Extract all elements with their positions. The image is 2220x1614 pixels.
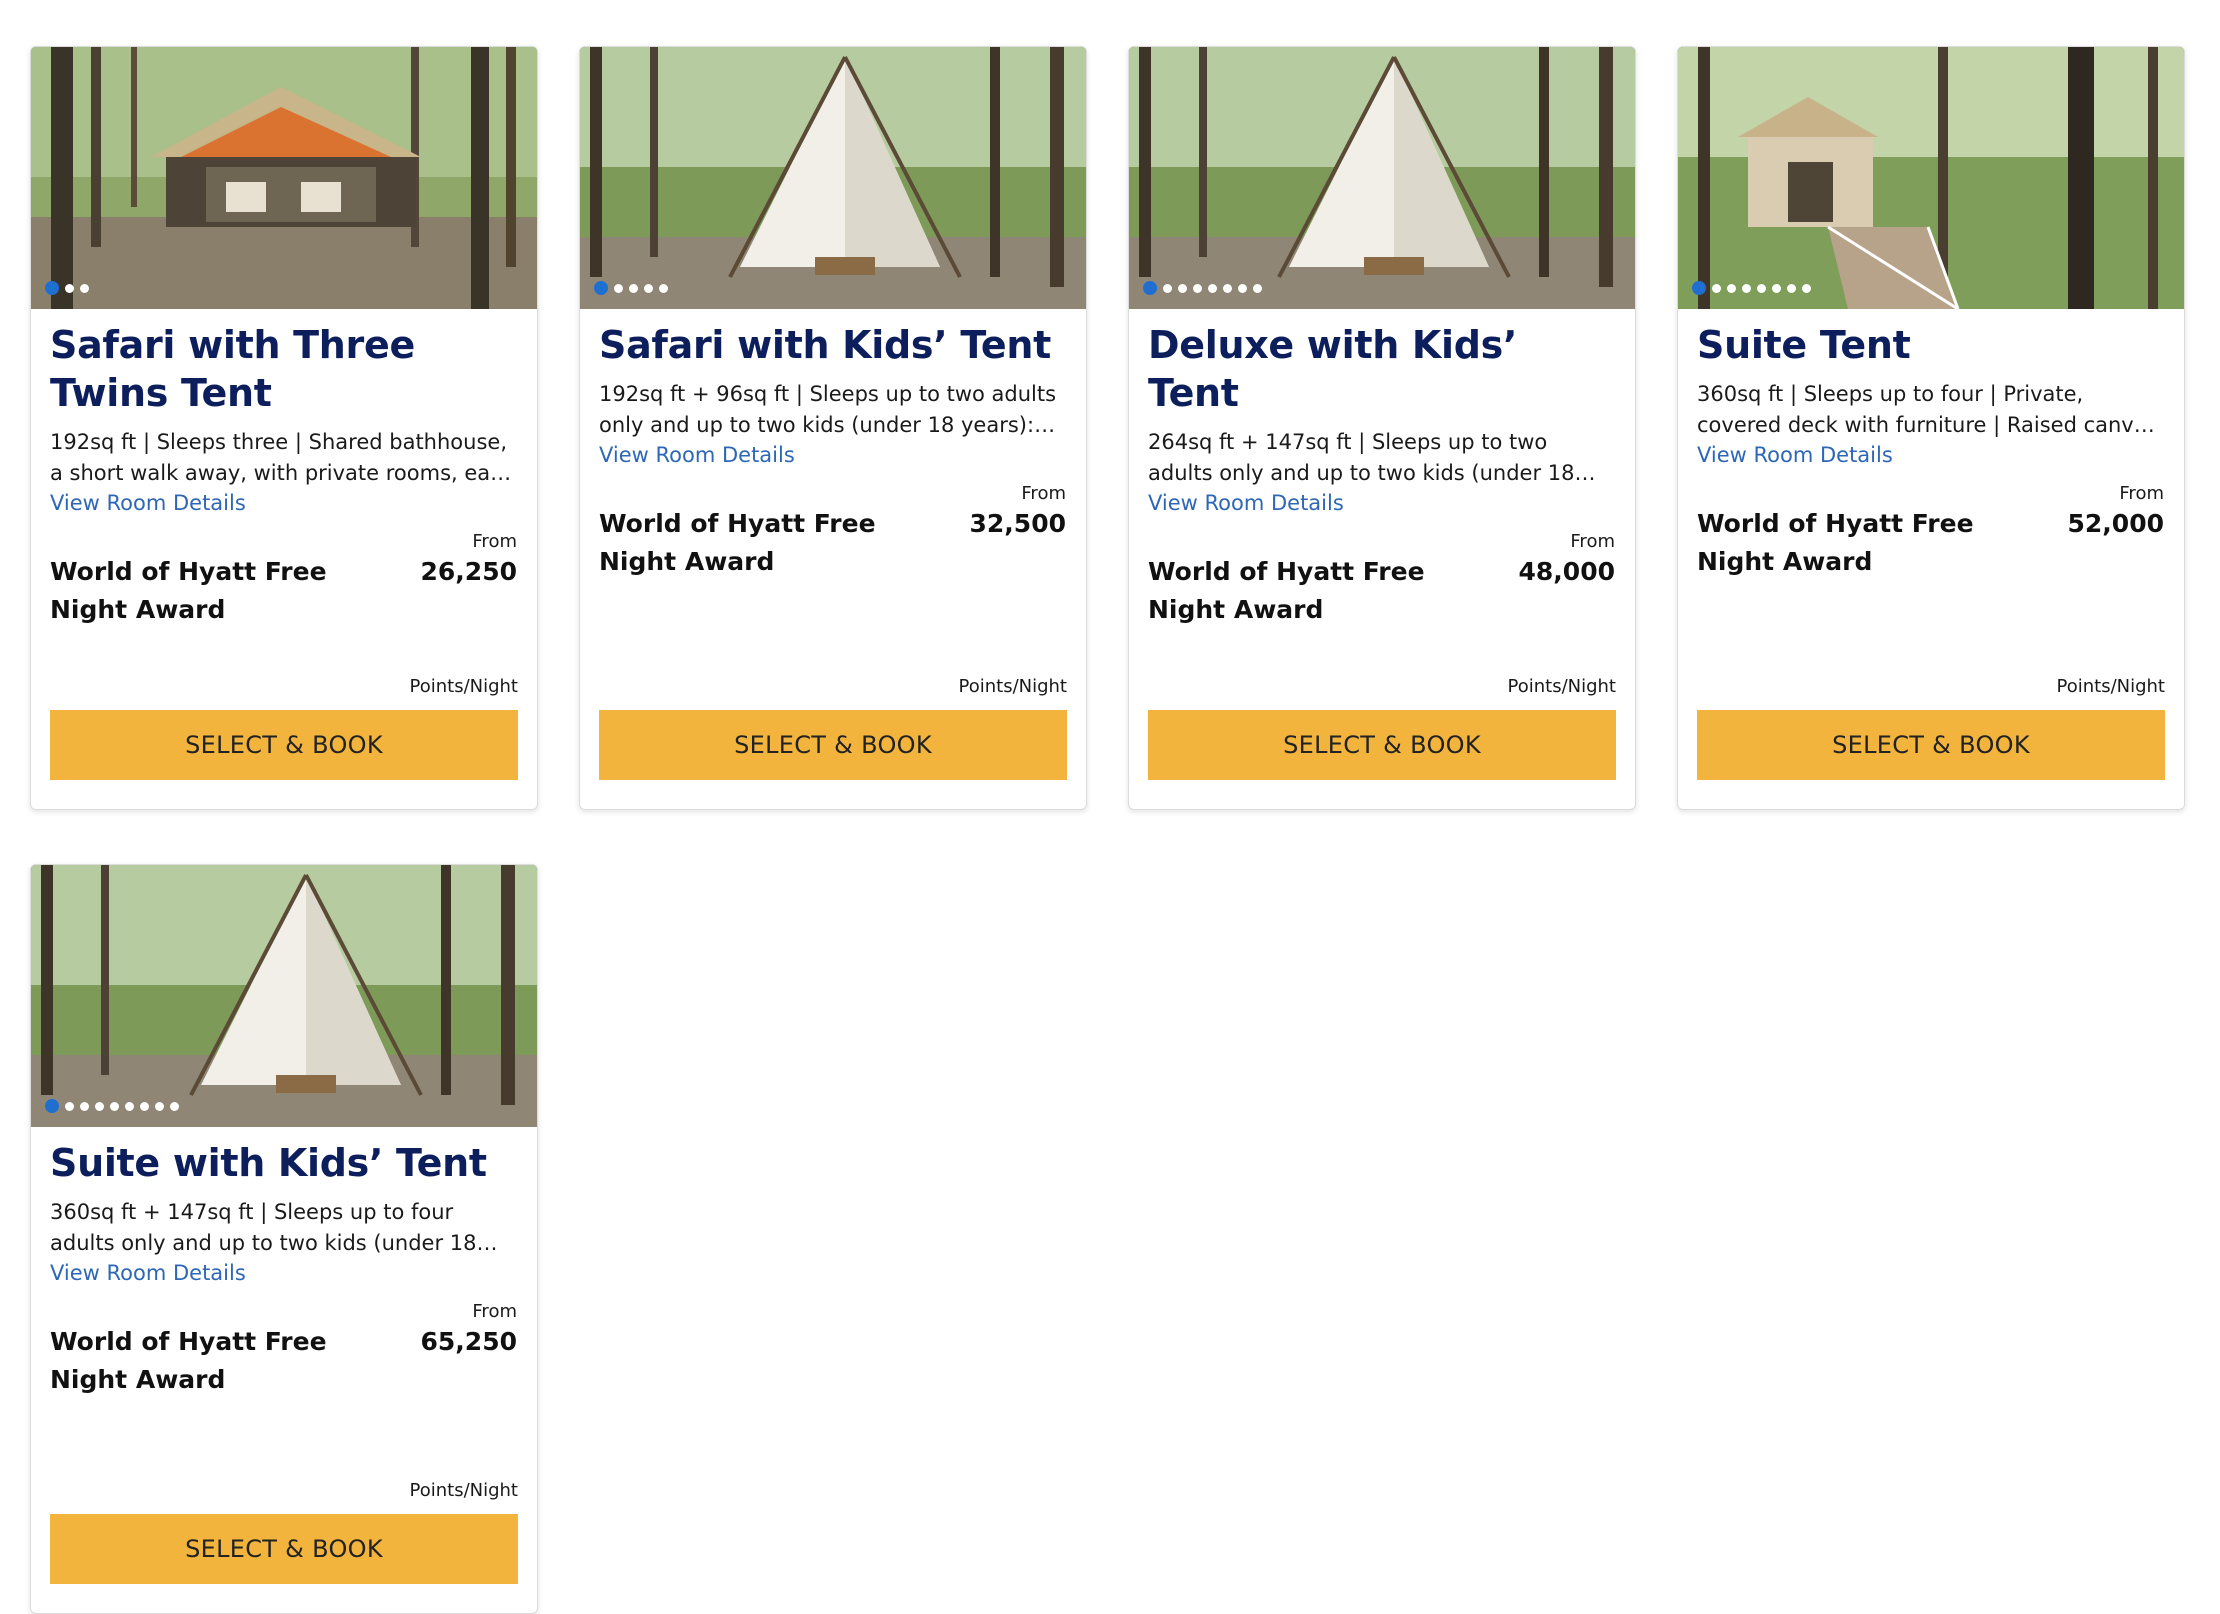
- carousel-dot[interactable]: [125, 1101, 134, 1111]
- teepee-tent-photo[interactable]: [580, 47, 1086, 309]
- room-title: Safari with Three Twins Tent: [50, 323, 415, 415]
- rate-name: World of Hyatt Free Night Award: [599, 509, 876, 576]
- view-room-details-link[interactable]: View Room Details: [50, 489, 246, 517]
- room-title: Deluxe with Kids’ Tent: [1148, 323, 1518, 415]
- select-and-book-button[interactable]: SELECT & BOOK: [1148, 710, 1616, 780]
- from-label: From: [2119, 483, 2164, 504]
- raised-suite-tent-photo[interactable]: [1678, 47, 2184, 309]
- carousel-dot[interactable]: [1163, 283, 1172, 293]
- from-label: From: [1570, 531, 1615, 552]
- room-title: Suite Tent: [1697, 323, 1911, 367]
- teepee-tent-photo[interactable]: [1129, 47, 1635, 309]
- room-description: 264sq ft + 147sq ft | Sleeps up to two a…: [1148, 430, 1575, 485]
- room-card: Safari with Kids’ Tent 192sq ft + 96sq f…: [579, 46, 1087, 810]
- from-label: From: [472, 531, 517, 552]
- safari-tent-photo[interactable]: [31, 47, 537, 309]
- teepee-tent-photo[interactable]: [31, 865, 537, 1127]
- photo-carousel-dots[interactable]: [1143, 281, 1262, 295]
- rate-name: World of Hyatt Free Night Award: [1148, 557, 1425, 624]
- carousel-dot-active[interactable]: [1692, 281, 1706, 295]
- carousel-dot[interactable]: [1727, 283, 1736, 293]
- carousel-dot[interactable]: [110, 1101, 119, 1111]
- carousel-dot[interactable]: [1178, 283, 1187, 293]
- carousel-dot[interactable]: [95, 1101, 104, 1111]
- room-card: Suite with Kids’ Tent 360sq ft + 147sq f…: [30, 864, 538, 1614]
- room-card: Suite Tent 360sq ft | Sleeps up to four …: [1677, 46, 2185, 810]
- carousel-dot[interactable]: [1757, 283, 1766, 293]
- points-price: 52,000: [2067, 509, 2164, 538]
- room-description: 192sq ft | Sleeps three | Shared bathhou…: [50, 430, 516, 485]
- carousel-dot[interactable]: [80, 1101, 89, 1111]
- rate-name: World of Hyatt Free Night Award: [1697, 509, 1974, 576]
- points-per-night-label: Points/Night: [1507, 676, 1617, 697]
- room-title: Suite with Kids’ Tent: [50, 1141, 487, 1185]
- carousel-dot[interactable]: [140, 1101, 149, 1111]
- rate-name: World of Hyatt Free Night Award: [50, 1327, 327, 1394]
- points-per-night-label: Points/Night: [409, 676, 519, 697]
- photo-carousel-dots[interactable]: [45, 281, 89, 295]
- photo-carousel-dots[interactable]: [1692, 281, 1811, 295]
- room-description: 360sq ft | Sleeps up to four | Private, …: [1697, 382, 2158, 437]
- select-and-book-button[interactable]: SELECT & BOOK: [50, 710, 518, 780]
- room-card: Deluxe with Kids’ Tent 264sq ft + 147sq …: [1128, 46, 1636, 810]
- carousel-dot-active[interactable]: [45, 1099, 59, 1113]
- view-room-details-link[interactable]: View Room Details: [1148, 489, 1344, 517]
- rate-name: World of Hyatt Free Night Award: [50, 557, 327, 624]
- carousel-dot[interactable]: [80, 283, 89, 293]
- points-per-night-label: Points/Night: [958, 676, 1068, 697]
- carousel-dot[interactable]: [1208, 283, 1217, 293]
- photo-carousel-dots[interactable]: [45, 1099, 179, 1113]
- carousel-dot[interactable]: [614, 283, 623, 293]
- carousel-dot[interactable]: [1772, 283, 1781, 293]
- select-and-book-button[interactable]: SELECT & BOOK: [1697, 710, 2165, 780]
- points-per-night-label: Points/Night: [2056, 676, 2166, 697]
- from-label: From: [1021, 483, 1066, 504]
- room-title: Safari with Kids’ Tent: [599, 323, 1051, 367]
- carousel-dot[interactable]: [1253, 283, 1262, 293]
- carousel-dot[interactable]: [155, 1101, 164, 1111]
- carousel-dot[interactable]: [644, 283, 653, 293]
- carousel-dot[interactable]: [1223, 283, 1232, 293]
- carousel-dot-active[interactable]: [45, 281, 59, 295]
- carousel-dot[interactable]: [1712, 283, 1721, 293]
- room-card: Safari with Three Twins Tent 192sq ft | …: [30, 46, 538, 810]
- carousel-dot[interactable]: [170, 1101, 179, 1111]
- view-room-details-link[interactable]: View Room Details: [1697, 441, 1893, 469]
- view-room-details-link[interactable]: View Room Details: [50, 1259, 246, 1287]
- room-description: 360sq ft + 147sq ft | Sleeps up to four …: [50, 1200, 477, 1255]
- carousel-dot[interactable]: [629, 283, 638, 293]
- points-price: 65,250: [420, 1327, 517, 1356]
- carousel-dot-active[interactable]: [1143, 281, 1157, 295]
- carousel-dot[interactable]: [65, 1101, 74, 1111]
- carousel-dot[interactable]: [65, 283, 74, 293]
- carousel-dot[interactable]: [659, 283, 668, 293]
- photo-carousel-dots[interactable]: [594, 281, 668, 295]
- room-description: 192sq ft + 96sq ft | Sleeps up to two ad…: [599, 382, 1057, 437]
- select-and-book-button[interactable]: SELECT & BOOK: [50, 1514, 518, 1584]
- points-price: 26,250: [420, 557, 517, 586]
- from-label: From: [472, 1301, 517, 1322]
- points-price: 32,500: [969, 509, 1066, 538]
- carousel-dot[interactable]: [1238, 283, 1247, 293]
- select-and-book-button[interactable]: SELECT & BOOK: [599, 710, 1067, 780]
- carousel-dot-active[interactable]: [594, 281, 608, 295]
- carousel-dot[interactable]: [1787, 283, 1796, 293]
- view-room-details-link[interactable]: View Room Details: [599, 441, 795, 469]
- carousel-dot[interactable]: [1193, 283, 1202, 293]
- carousel-dot[interactable]: [1802, 283, 1811, 293]
- points-per-night-label: Points/Night: [409, 1480, 519, 1501]
- points-price: 48,000: [1518, 557, 1615, 586]
- carousel-dot[interactable]: [1742, 283, 1751, 293]
